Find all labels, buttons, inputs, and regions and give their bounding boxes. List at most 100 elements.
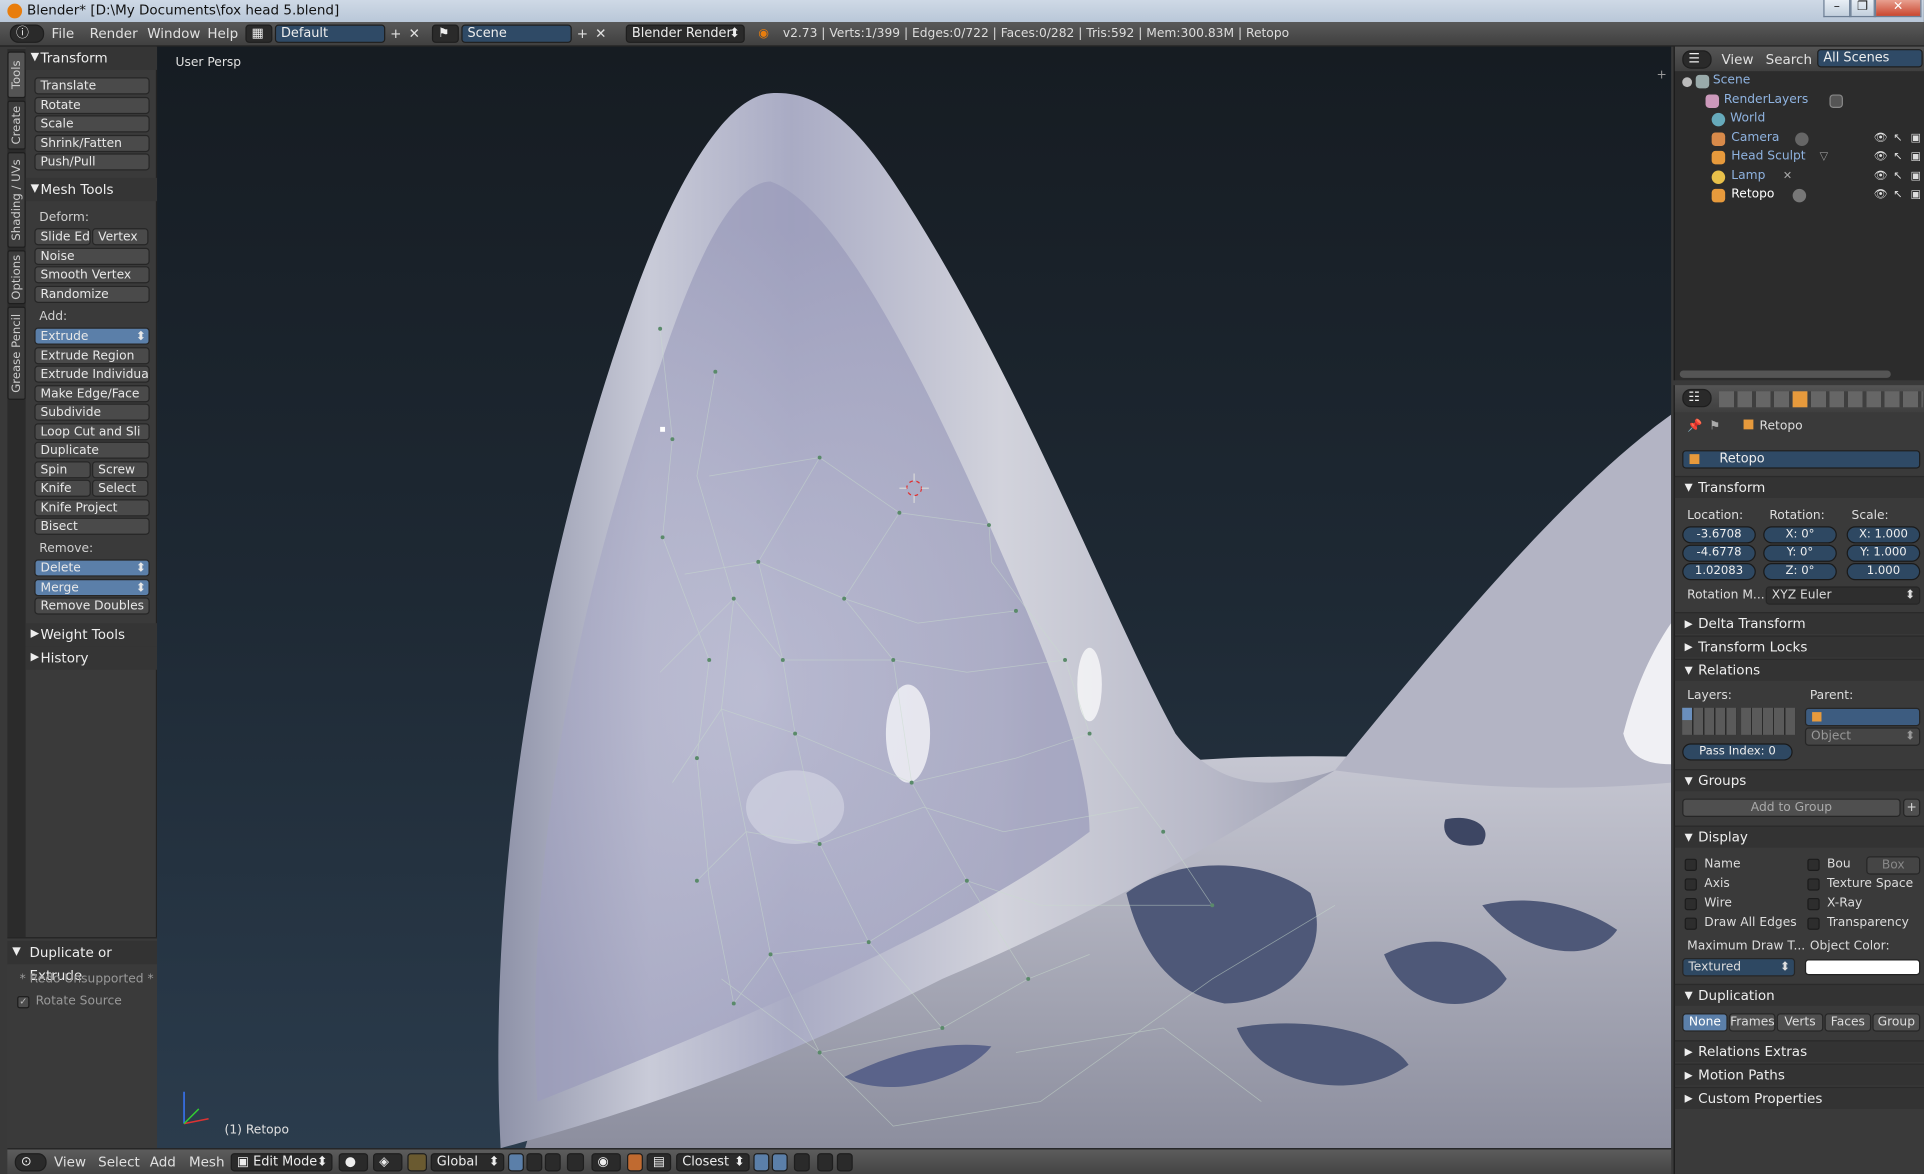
extrude-menu[interactable]: Extrude ⬍ <box>34 327 150 345</box>
vertex-select-mode-icon[interactable] <box>507 1153 524 1172</box>
proportional-edit-icon[interactable]: ◉ <box>591 1153 621 1172</box>
renderable-camera-icon[interactable]: ▣ <box>1910 171 1920 183</box>
merge-menu[interactable]: Merge ⬍ <box>34 579 150 597</box>
dupli-frames-button[interactable]: Frames <box>1728 1013 1776 1032</box>
minimize-button[interactable]: – <box>1823 0 1851 18</box>
active-layer-button[interactable] <box>1682 707 1693 721</box>
menu-view[interactable]: View <box>54 1154 86 1170</box>
knife-button[interactable]: Knife <box>34 479 91 497</box>
object-transform-panel-header[interactable]: ▼ Transform <box>1674 475 1924 499</box>
pin-icon[interactable]: 📌 <box>1687 420 1702 433</box>
tab-grease-pencil[interactable]: Grease Pencil <box>7 306 26 400</box>
duplicate-button[interactable]: Duplicate <box>34 441 150 459</box>
menu-add[interactable]: Add <box>150 1154 176 1170</box>
shrink-fatten-button[interactable]: Shrink/Fatten <box>34 134 150 153</box>
max-draw-type-select[interactable]: Textured ⬍ <box>1682 958 1796 977</box>
noise-button[interactable]: Noise <box>34 247 150 265</box>
edge-select-mode-icon[interactable] <box>526 1153 543 1172</box>
snap-project-icon[interactable] <box>753 1153 770 1172</box>
scale-y-field[interactable]: Y: 1.000 <box>1846 544 1921 562</box>
bisect-button[interactable]: Bisect <box>34 517 150 535</box>
extrude-individual-button[interactable]: Extrude Individual <box>34 365 150 383</box>
tab-create[interactable]: Create <box>7 100 26 150</box>
translate-button[interactable]: Translate <box>34 77 150 95</box>
delta-transform-panel-header[interactable]: ▶ Delta Transform <box>1674 612 1924 635</box>
push-pull-button[interactable]: Push/Pull <box>34 153 150 171</box>
snap-magnet-icon[interactable] <box>626 1153 643 1172</box>
expand-icon[interactable] <box>1682 77 1693 88</box>
renderable-camera-icon[interactable]: ▣ <box>1910 151 1920 163</box>
properties-context-tabs[interactable] <box>1719 391 1923 408</box>
relations-extras-panel-header[interactable]: ▶ Relations Extras <box>1674 1040 1924 1063</box>
remove-scene-icon[interactable]: ✕ <box>595 26 606 42</box>
scale-button[interactable]: Scale <box>34 115 150 133</box>
layers-grid-b[interactable] <box>1741 707 1796 735</box>
extrude-region-button[interactable]: Extrude Region <box>34 347 150 365</box>
dupli-group-button[interactable]: Group <box>1872 1013 1921 1032</box>
face-select-mode-icon[interactable] <box>544 1153 561 1172</box>
dupli-none-button[interactable]: None <box>1682 1013 1728 1032</box>
display-transparency-checkbox[interactable] <box>1807 917 1820 930</box>
motion-paths-panel-header[interactable]: ▶ Motion Paths <box>1674 1063 1924 1086</box>
rotation-y-field[interactable]: Y: 0° <box>1763 544 1837 562</box>
outliner-scrollbar[interactable] <box>1679 370 1891 378</box>
scale-x-field[interactable]: X: 1.000 <box>1846 526 1921 544</box>
relations-panel-header[interactable]: ▼ Relations <box>1674 658 1924 681</box>
knife-project-button[interactable]: Knife Project <box>34 499 150 517</box>
add-screen-icon[interactable]: + <box>390 26 401 42</box>
location-z-field[interactable]: 1.02083 <box>1682 563 1756 581</box>
transform-orientation-select[interactable]: Global ⬍ <box>430 1153 505 1172</box>
outliner-item-scene[interactable]: Scene <box>1675 72 1924 90</box>
object-name-field[interactable]: ■ Retopo <box>1682 450 1921 469</box>
menu-select[interactable]: Select <box>98 1154 140 1170</box>
outliner-menu-view[interactable]: View <box>1721 52 1753 68</box>
spin-button[interactable]: Spin <box>34 461 91 479</box>
maximize-button[interactable]: ❐ <box>1850 0 1875 18</box>
scale-z-field[interactable]: 1.000 <box>1846 563 1921 581</box>
menu-help[interactable]: Help <box>207 26 238 42</box>
snap-element-icon[interactable]: ▤ <box>646 1153 672 1172</box>
outliner-item-retopo[interactable]: Retopo 👁 ↖ ▣ <box>1675 186 1924 204</box>
pass-index-field[interactable]: Pass Index: 0 <box>1682 743 1793 761</box>
interaction-mode-select[interactable]: ▣ Edit Mode ⬍ <box>230 1153 333 1172</box>
occlude-geometry-icon[interactable] <box>566 1153 585 1172</box>
add-to-group-button[interactable]: Add to Group <box>1682 798 1901 817</box>
transform-locks-panel-header[interactable]: ▶ Transform Locks <box>1674 635 1924 658</box>
screen-layout-field[interactable]: Default <box>274 24 386 43</box>
properties-editor-icon[interactable]: ☷ <box>1682 388 1712 408</box>
tab-shading-uvs[interactable]: Shading / UVs <box>7 152 26 248</box>
snap-target-select[interactable]: Closest ⬍ <box>676 1153 750 1172</box>
manipulator-icon[interactable] <box>407 1153 427 1172</box>
add-scene-icon[interactable]: + <box>577 26 588 42</box>
3d-viewport[interactable]: User Persp (1) Retopo + <box>157 46 1672 1149</box>
renderable-camera-icon[interactable]: ▣ <box>1910 189 1920 201</box>
parent-field[interactable]: ■ <box>1804 707 1921 727</box>
loop-cut-button[interactable]: Loop Cut and Sli <box>34 423 150 441</box>
outliner-item-renderlayers[interactable]: RenderLayers <box>1675 92 1924 110</box>
selectable-arrow-icon[interactable]: ↖ <box>1893 132 1902 144</box>
tab-tools[interactable]: Tools <box>7 51 26 99</box>
screw-button[interactable]: Screw <box>92 461 149 479</box>
view3d-editor-type-icon[interactable]: ⊙ <box>14 1153 47 1172</box>
duplication-panel-header[interactable]: ▼ Duplication <box>1674 983 1924 1006</box>
visibility-eye-icon[interactable]: 👁 <box>1874 171 1888 183</box>
subdivide-button[interactable]: Subdivide <box>34 403 150 421</box>
slide-vertex-button[interactable]: Vertex <box>92 228 149 246</box>
custom-properties-panel-header[interactable]: ▶ Custom Properties <box>1674 1086 1924 1109</box>
object-context-tab-icon[interactable] <box>1792 391 1808 408</box>
display-panel-header[interactable]: ▼ Display <box>1674 825 1924 848</box>
redo-panel-header[interactable]: ▼ Duplicate or Extrude <box>7 940 158 984</box>
weight-tools-panel-header[interactable]: ▶ Weight Tools <box>25 623 158 647</box>
render-engine-select[interactable]: Blender Render ⬍ <box>625 24 745 43</box>
outliner-item-world[interactable]: World <box>1675 110 1924 128</box>
object-color-swatch[interactable] <box>1804 959 1921 976</box>
opengl-render-icon[interactable] <box>793 1153 810 1172</box>
delete-menu[interactable]: Delete ⬍ <box>34 559 150 577</box>
display-wire-checkbox[interactable] <box>1684 897 1697 911</box>
snap-align-icon[interactable] <box>771 1153 788 1172</box>
display-bounds-checkbox[interactable] <box>1807 858 1820 871</box>
tab-options[interactable]: Options <box>7 250 26 305</box>
dupli-faces-button[interactable]: Faces <box>1824 1013 1872 1032</box>
add-group-icon[interactable]: + <box>1903 798 1921 817</box>
display-texture-space-checkbox[interactable] <box>1807 878 1820 891</box>
